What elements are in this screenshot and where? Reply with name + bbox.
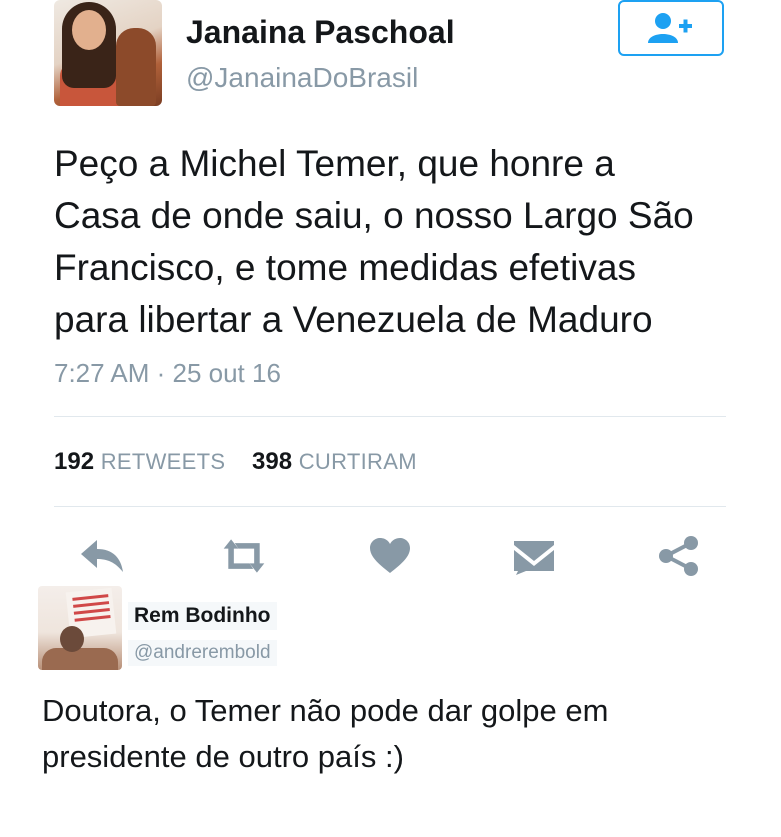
- likes-count[interactable]: 398: [252, 448, 292, 475]
- reply-icon: [81, 540, 123, 572]
- reply-author-name[interactable]: Rem Bodinho: [128, 602, 277, 630]
- reply-button[interactable]: [78, 534, 126, 578]
- envelope-icon: [514, 541, 554, 575]
- tweet-stats: 192 RETWEETS 398 CURTIRAM: [54, 448, 417, 476]
- divider: [54, 506, 726, 507]
- reply-author-handle[interactable]: @andrerembold: [128, 640, 277, 666]
- share-button[interactable]: [654, 534, 702, 578]
- like-button[interactable]: [366, 534, 414, 578]
- reply-text: Doutora, o Temer não pode dar golpe em p…: [42, 693, 609, 774]
- author-avatar[interactable]: [54, 0, 162, 106]
- direct-message-button[interactable]: [510, 534, 558, 578]
- tweet-timestamp[interactable]: 7:27 AM · 25 out 16: [54, 358, 281, 389]
- retweet-icon: [223, 539, 265, 573]
- tweet-text: Peço a Michel Temer, que honre a Casa de…: [54, 143, 694, 340]
- follow-user-plus-icon: [648, 13, 692, 43]
- heart-icon: [370, 538, 410, 573]
- divider: [54, 416, 726, 417]
- likes-label[interactable]: CURTIRAM: [299, 449, 417, 474]
- share-icon: [659, 536, 698, 576]
- follow-button[interactable]: [618, 0, 724, 56]
- retweet-button[interactable]: [220, 534, 268, 578]
- author-name[interactable]: Janaina Paschoal: [186, 14, 455, 51]
- reply-author-avatar[interactable]: [38, 586, 122, 670]
- retweets-label[interactable]: RETWEETS: [101, 449, 226, 474]
- retweets-count[interactable]: 192: [54, 448, 94, 475]
- author-handle[interactable]: @JanainaDoBrasil: [186, 62, 418, 94]
